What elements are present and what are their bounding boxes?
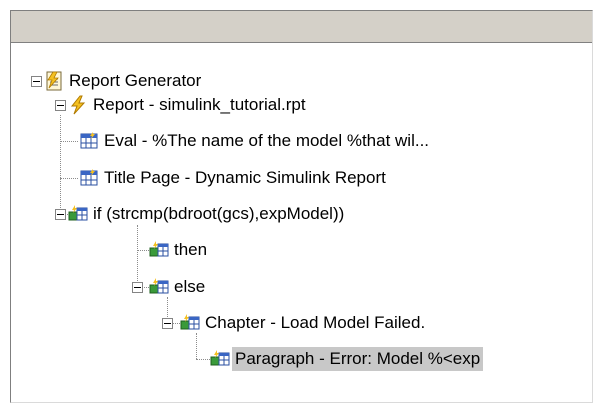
- table-component-icon: [80, 169, 98, 186]
- tree-node-label-selected: Paragraph - Error: Model %<exp: [232, 347, 484, 371]
- logical-component-icon: [149, 278, 169, 294]
- tree-node-label: else: [174, 277, 206, 296]
- tree-connector: [60, 178, 78, 179]
- tree-node-chapter[interactable]: Chapter - Load Model Failed.: [180, 309, 428, 337]
- tree-node-else[interactable]: else: [149, 273, 208, 301]
- collapse-toggle-if[interactable]: [55, 209, 66, 220]
- tree-connector: [173, 323, 180, 324]
- tree-connector: [60, 115, 61, 214]
- report-outline-tree[interactable]: Report Generator Report - simulink_tutor…: [11, 43, 592, 402]
- tree-node-report[interactable]: Report - simulink_tutorial.rpt: [68, 91, 309, 119]
- logical-component-icon: [149, 241, 169, 257]
- table-component-icon: [80, 132, 98, 149]
- tree-connector: [60, 141, 78, 142]
- tree-node-paragraph[interactable]: Paragraph - Error: Model %<exp: [210, 345, 484, 373]
- logical-component-icon: [180, 314, 200, 330]
- tree-connector: [137, 250, 149, 251]
- tree-node-eval[interactable]: Eval - %The name of the model %that wil.…: [79, 127, 432, 155]
- tree-node-label: Report Generator: [69, 71, 202, 90]
- collapse-toggle-report[interactable]: [55, 100, 66, 111]
- report-generator-icon: [46, 71, 62, 91]
- logical-component-icon: [68, 205, 88, 221]
- tree-node-label: then: [174, 240, 208, 259]
- tree-node-label: if (strcmp(bdroot(gcs),expModel)): [93, 204, 345, 223]
- tree-node-label: Title Page - Dynamic Simulink Report: [104, 168, 386, 187]
- component-tree-panel: Report Generator Report - simulink_tutor…: [10, 10, 593, 403]
- collapse-toggle-chapter[interactable]: [162, 318, 173, 329]
- collapse-toggle-else[interactable]: [132, 282, 143, 293]
- tree-connector: [196, 359, 210, 360]
- tree-connector: [137, 225, 138, 287]
- report-lightning-icon: [70, 95, 86, 115]
- collapse-toggle-report-generator[interactable]: [31, 76, 42, 87]
- tree-node-then[interactable]: then: [149, 236, 210, 264]
- tree-node-label: Report - simulink_tutorial.rpt: [93, 95, 306, 114]
- logical-component-icon: [210, 350, 230, 366]
- tree-node-if[interactable]: if (strcmp(bdroot(gcs),expModel)): [68, 200, 347, 228]
- tree-node-label: Eval - %The name of the model %that wil.…: [104, 131, 430, 150]
- tree-node-label: Chapter - Load Model Failed.: [205, 313, 426, 332]
- tree-node-title-page[interactable]: Title Page - Dynamic Simulink Report: [79, 164, 389, 192]
- panel-header: [11, 11, 592, 43]
